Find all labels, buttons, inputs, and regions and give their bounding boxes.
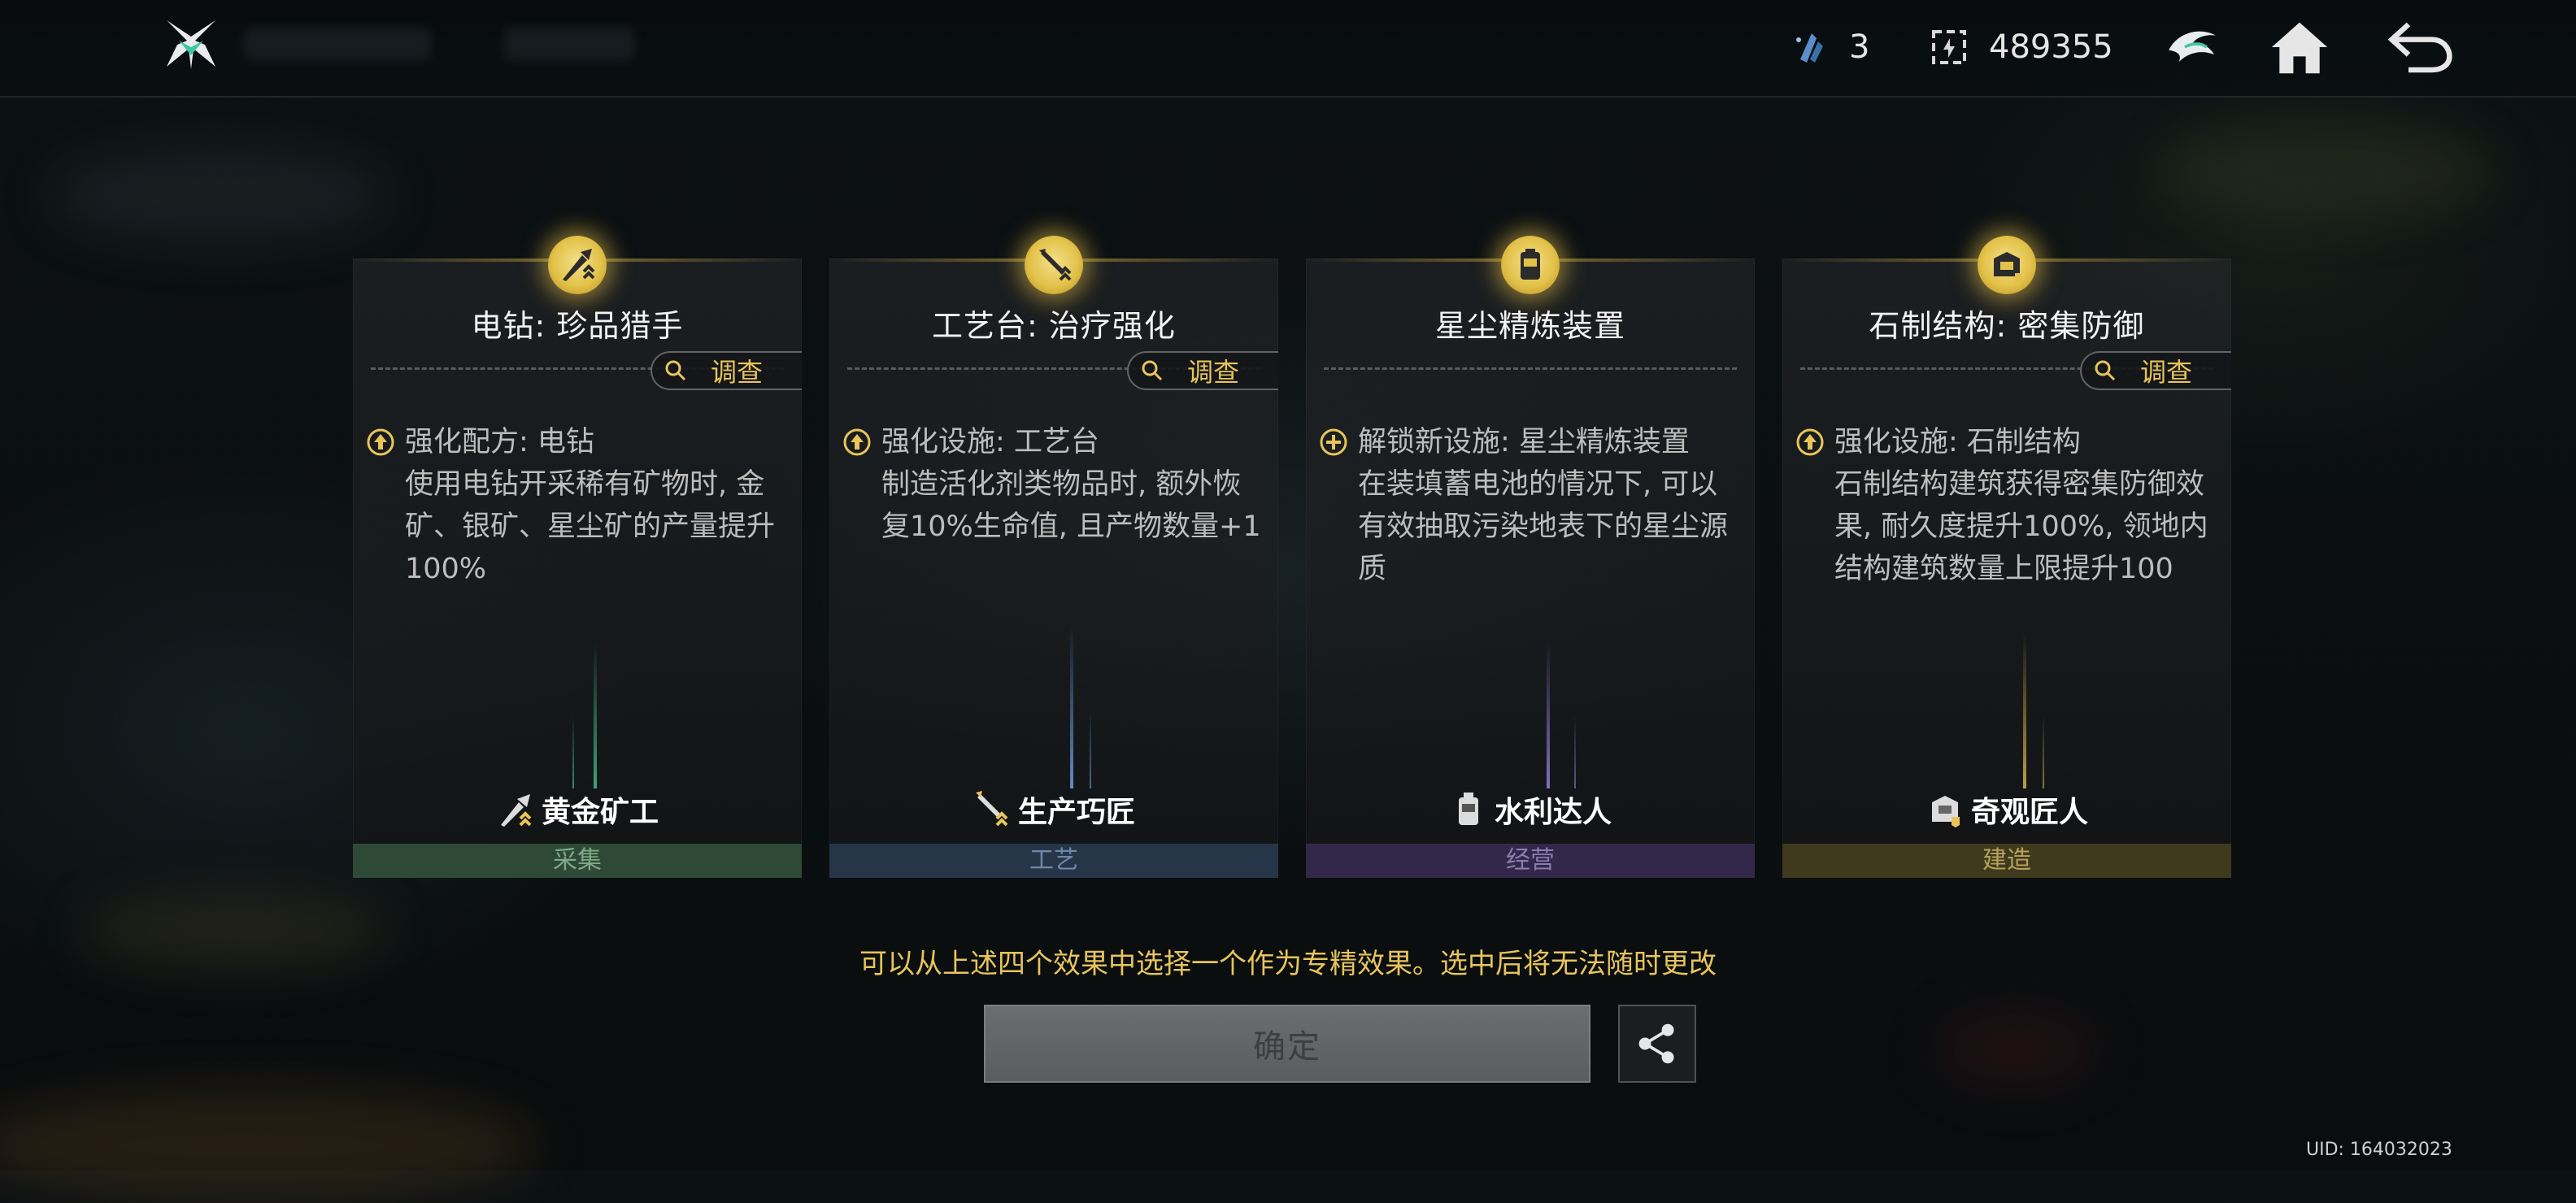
glow-decoration: [1574, 715, 1576, 788]
top-bar: 3 489355: [0, 0, 2576, 98]
drill-badge-icon: [548, 236, 607, 294]
back-button[interactable]: [2386, 13, 2454, 81]
effect-body: 石制结构建筑获得密集防御效果, 耐久度提升100%, 领地内结构建筑数量上限提升…: [1834, 468, 2208, 585]
effect-description: 强化配方: 电钻 使用电钻开采稀有矿物时, 金矿、银矿、星尘矿的产量提升100%: [366, 421, 789, 590]
user-id: UID: 164032023: [2306, 1140, 2452, 1160]
card-title: 电钻: 珍品猎手: [471, 308, 684, 344]
coin-box-icon: [1932, 30, 1966, 64]
effect-description: 强化设施: 石制结构 石制结构建筑获得密集防御效果, 耐久度提升100%, 领地…: [1795, 421, 2218, 590]
background-blur: [49, 146, 390, 244]
selection-hint: 可以从上述四个效果中选择一个作为专精效果。选中后将无法随时更改: [859, 948, 1717, 980]
unlock-icon: [1320, 428, 1347, 456]
effect-head: 强化设施: 工艺台: [881, 426, 1099, 458]
refinery-icon: [1458, 793, 1478, 825]
search-icon: [2095, 360, 2116, 381]
glow-decoration: [594, 642, 597, 788]
effect-body: 使用电钻开采稀有矿物时, 金矿、银矿、星尘矿的产量提升100%: [405, 468, 776, 585]
share-button[interactable]: [1618, 1005, 1696, 1083]
stone-structure-badge-icon: [1978, 236, 2036, 294]
emblem-icon: [2169, 31, 2216, 62]
glow-decoration: [2023, 634, 2026, 788]
skill-name: 黄金矿工: [541, 796, 659, 829]
investigate-button[interactable]: 调查: [1127, 351, 1278, 390]
crystal-count: 3: [1849, 28, 1870, 66]
card-title: 星尘精炼装置: [1434, 308, 1625, 344]
page-title-blurred: [244, 28, 431, 60]
investigate-button[interactable]: 调查: [2080, 351, 2231, 390]
divider: [1324, 367, 1737, 370]
stone-structure-icon: [1931, 796, 1960, 827]
investigate-button[interactable]: 调查: [651, 351, 802, 390]
crafting-tool-icon: [975, 791, 1008, 827]
background-blur: [2155, 122, 2496, 219]
category-label: 采集: [353, 844, 802, 878]
crystal-shard-icon: [1796, 33, 1823, 63]
skill-name: 生产巧匠: [1017, 796, 1135, 829]
drill-icon: [500, 794, 532, 827]
category-label: 工艺: [829, 844, 1278, 878]
glow-decoration: [1090, 707, 1091, 788]
effect-head: 强化配方: 电钻: [405, 426, 594, 458]
skill-tag: 水利达人: [1306, 788, 1755, 831]
category-label: 经营: [1306, 844, 1755, 878]
home-button[interactable]: [2265, 13, 2334, 81]
glow-decoration: [1070, 626, 1073, 788]
background-blur: [1935, 1008, 2098, 1089]
back-icon: [2387, 22, 2452, 73]
specialization-card-stardust-refinery[interactable]: 星尘精炼装置 解锁新设施: 星尘精炼装置 在装填蓄电池的情况下, 可以有效抽取污…: [1306, 236, 1755, 878]
skill-tag: 生产巧匠: [829, 788, 1278, 831]
emblem-button[interactable]: [2158, 13, 2226, 81]
game-logo-icon[interactable]: [163, 16, 220, 73]
upgrade-icon: [843, 428, 871, 456]
coin-count: 489355: [1989, 28, 2113, 66]
card-title: 工艺台: 治疗强化: [932, 308, 1176, 344]
upgrade-icon: [367, 428, 394, 456]
glow-decoration: [2043, 715, 2044, 788]
confirm-button[interactable]: 确定: [984, 1005, 1590, 1083]
card-title: 石制结构: 密集防御: [1869, 308, 2145, 344]
currency-coin: 489355: [1929, 21, 2113, 73]
skill-tag: 黄金矿工: [353, 788, 802, 831]
effect-description: 强化设施: 工艺台 制造活化剂类物品时, 额外恢复10%生命值, 且产物数量+1: [842, 421, 1265, 548]
refinery-badge-icon: [1501, 236, 1560, 294]
investigate-label: 调查: [1187, 357, 1240, 388]
effect-body: 在装填蓄电池的情况下, 可以有效抽取污染地表下的星尘源质: [1358, 468, 1729, 585]
specialization-card-stone-structure[interactable]: 石制结构: 密集防御 调查 强化设施: 石制结构 石制结构建筑获得密集防御效果,…: [1782, 236, 2231, 878]
effect-description: 解锁新设施: 星尘精炼装置 在装填蓄电池的情况下, 可以有效抽取污染地表下的星尘…: [1319, 421, 1742, 590]
upgrade-icon: [1796, 428, 1824, 456]
background-blur: [0, 1089, 537, 1203]
subtitle-blurred: [504, 28, 634, 60]
share-icon: [1638, 1023, 1674, 1064]
specialization-card-workbench[interactable]: 工艺台: 治疗强化 调查 强化设施: 工艺台 制造活化剂类物品时, 额外恢复10…: [829, 236, 1278, 878]
skill-tag: 奇观匠人: [1782, 788, 2231, 831]
effect-head: 解锁新设施: 星尘精炼装置: [1358, 426, 1690, 458]
home-icon: [2271, 22, 2328, 74]
skill-name: 水利达人: [1494, 796, 1612, 829]
skill-name: 奇观匠人: [1970, 796, 2088, 829]
investigate-label: 调查: [711, 357, 764, 388]
investigate-label: 调查: [2140, 357, 2193, 388]
currency-crystal: 3: [1789, 21, 1869, 73]
glow-decoration: [572, 715, 574, 788]
search-icon: [665, 360, 686, 381]
glow-decoration: [1547, 642, 1550, 788]
search-icon: [1142, 360, 1163, 381]
specialization-card-drill[interactable]: 电钻: 珍品猎手 调查 强化配方: 电钻 使用电钻开采稀有矿物时, 金矿、银矿、…: [353, 236, 802, 878]
category-label: 建造: [1782, 844, 2231, 878]
effect-head: 强化设施: 石制结构: [1834, 426, 2081, 458]
effect-body: 制造活化剂类物品时, 额外恢复10%生命值, 且产物数量+1: [881, 468, 1261, 543]
workbench-badge-icon: [1025, 236, 1083, 294]
